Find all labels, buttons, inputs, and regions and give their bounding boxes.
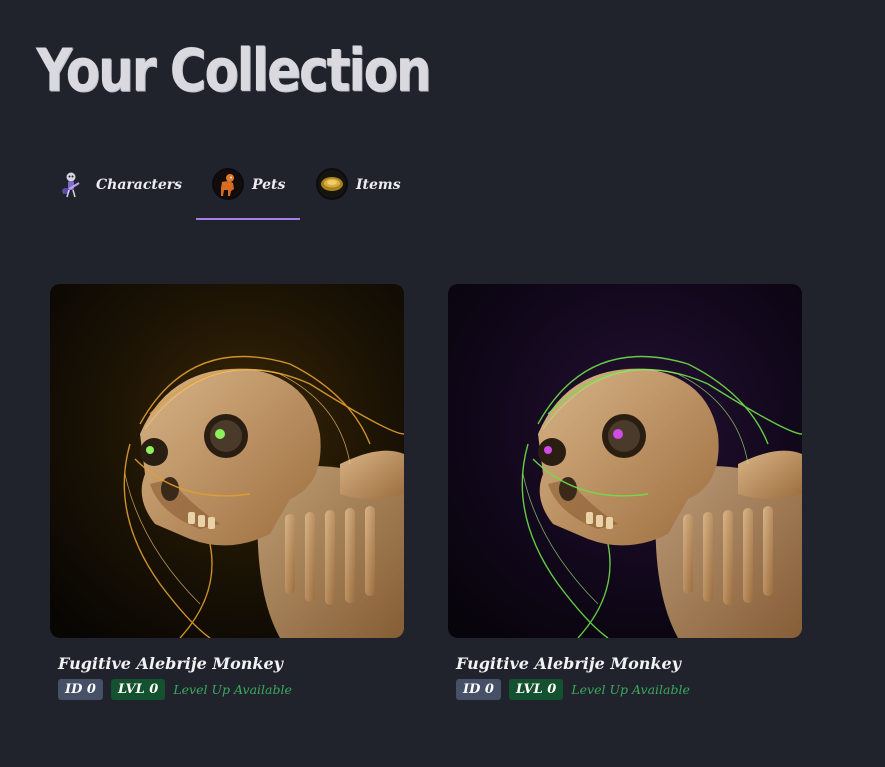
collection-tabs: Characters Pets Items <box>52 168 412 222</box>
pet-image[interactable] <box>448 284 802 638</box>
pet-name: Fugitive Alebrije Monkey <box>58 654 283 673</box>
id-badge: ID 0 <box>456 679 501 700</box>
pet-meta: ID 0 LVL 0 Level Up Available <box>456 679 802 700</box>
tab-label: Characters <box>96 177 182 193</box>
tab-items[interactable]: Items <box>316 168 401 220</box>
pet-image[interactable] <box>50 284 404 638</box>
id-badge: ID 0 <box>58 679 103 700</box>
pet-card[interactable]: Fugitive Alebrije Monkey ID 0 LVL 0 Leve… <box>448 284 802 700</box>
pet-card[interactable]: Fugitive Alebrije Monkey ID 0 LVL 0 Leve… <box>50 284 404 700</box>
level-up-status[interactable]: Level Up Available <box>571 682 690 697</box>
level-badge: LVL 0 <box>508 679 564 700</box>
active-tab-indicator <box>196 218 300 220</box>
level-badge: LVL 0 <box>110 679 166 700</box>
level-up-status[interactable]: Level Up Available <box>173 682 292 697</box>
tab-label: Pets <box>252 177 286 193</box>
tab-label: Items <box>356 177 401 193</box>
coin-ring-icon <box>316 168 348 200</box>
skeleton-guitarist-icon <box>56 168 88 200</box>
tab-characters[interactable]: Characters <box>56 168 182 220</box>
tab-pets[interactable]: Pets <box>212 168 285 220</box>
pet-name: Fugitive Alebrije Monkey <box>456 654 681 673</box>
pet-meta: ID 0 LVL 0 Level Up Available <box>58 679 404 700</box>
monkey-icon <box>212 168 244 200</box>
page-title: Your Collection <box>36 36 431 105</box>
